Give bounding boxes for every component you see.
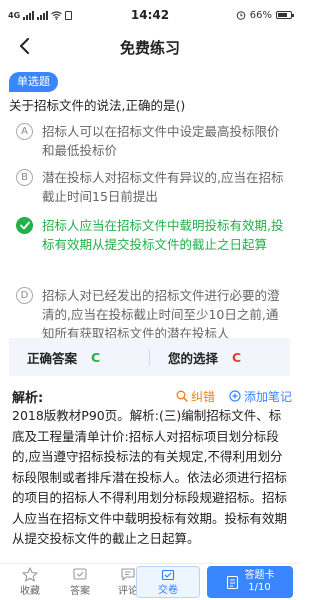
comment-icon [121,568,135,581]
report-error-label: 纠错 [190,389,215,404]
correct-answer-label: 正确答案 [27,350,78,366]
correct-answer-value: C [91,349,101,365]
my-choice: 您的选择 C [150,348,290,367]
question-text: 关于招标文件的说法,正确的是() [9,98,186,113]
answer-card-button[interactable]: 答题卡 1/10 [207,566,293,598]
answer-button[interactable]: 答案 [62,564,98,600]
analysis-title: 解析: [12,390,44,406]
status-time: 14:42 [130,8,170,22]
add-circle-icon [229,390,241,402]
option-text: 潜在投标人对招标文件有异议的,应当在招标截止时间15日前提出 [42,170,284,204]
my-choice-label: 您的选择 [168,350,219,366]
add-note-label: 添加笔记 [243,389,292,404]
bottom-toolbar: 收藏 答案 评论 交卷 答题卡 1/10 [0,563,300,600]
back-button[interactable] [12,34,36,58]
option-text: 招标人应当在招标文件中载明投标有效期,投标有效期从提交投标文件的截止之日起算 [42,218,284,252]
report-error-button[interactable]: 纠错 [176,388,215,405]
option-c[interactable]: 招标人应当在招标文件中载明投标有效期,投标有效期从提交投标文件的截止之日起算 [0,212,300,282]
answer-summary: 正确答案 C 您的选择 C [9,338,290,376]
option-letter: A [16,123,33,140]
correct-answer: 正确答案 C [9,348,149,367]
submit-button[interactable]: 交卷 [136,566,200,598]
nav-bar: 免费练习 [0,30,300,64]
submit-label: 交卷 [158,584,178,596]
favorite-label: 收藏 [20,586,40,597]
answer-card-progress: 1/10 [248,582,271,593]
option-text: 招标人对已经发出的招标文件进行必要的澄清的,应当在投标截止时间至少10日之前,通… [42,288,280,341]
check-icon [16,217,33,234]
comment-label: 评论 [118,586,138,597]
answer-card-text: 答题卡 1/10 [245,570,275,594]
question-type-badge: 单选题 [9,72,58,92]
option-letter: B [16,169,33,186]
status-bar: 4G 14:42 66% [0,0,300,30]
page-title: 免费练习 [119,38,180,57]
answer-icon [73,568,87,580]
my-choice-value: C [232,349,242,365]
answer-card-label: 答题卡 [244,570,275,581]
option-letter: D [16,287,33,304]
analysis-header: 解析: 纠错 添加笔记 [12,386,292,406]
search-icon [176,390,188,402]
answer-label: 答案 [70,586,90,597]
option-text: 招标人可以在招标文件中设定最高投标限价和最低投标价 [42,124,280,158]
star-icon [22,567,38,582]
option-b[interactable]: B 潜在投标人对招标文件有异议的,应当在招标截止时间15日前提出 [0,164,300,212]
answer-card-icon [226,575,238,589]
submit-icon [161,569,175,580]
add-note-button[interactable]: 添加笔记 [229,388,292,405]
analysis-text: 2018版教材P90页。解析:(三)编制招标文件、标底及工程量清单计价:招标人对… [12,408,288,546]
options-list: A 招标人可以在招标文件中设定最高投标限价和最低投标价 B 潜在投标人对招标文件… [0,118,300,347]
battery-icon [276,11,294,19]
chevron-left-icon [20,38,29,54]
favorite-button[interactable]: 收藏 [12,564,48,600]
option-a[interactable]: A 招标人可以在招标文件中设定最高投标限价和最低投标价 [0,118,300,164]
